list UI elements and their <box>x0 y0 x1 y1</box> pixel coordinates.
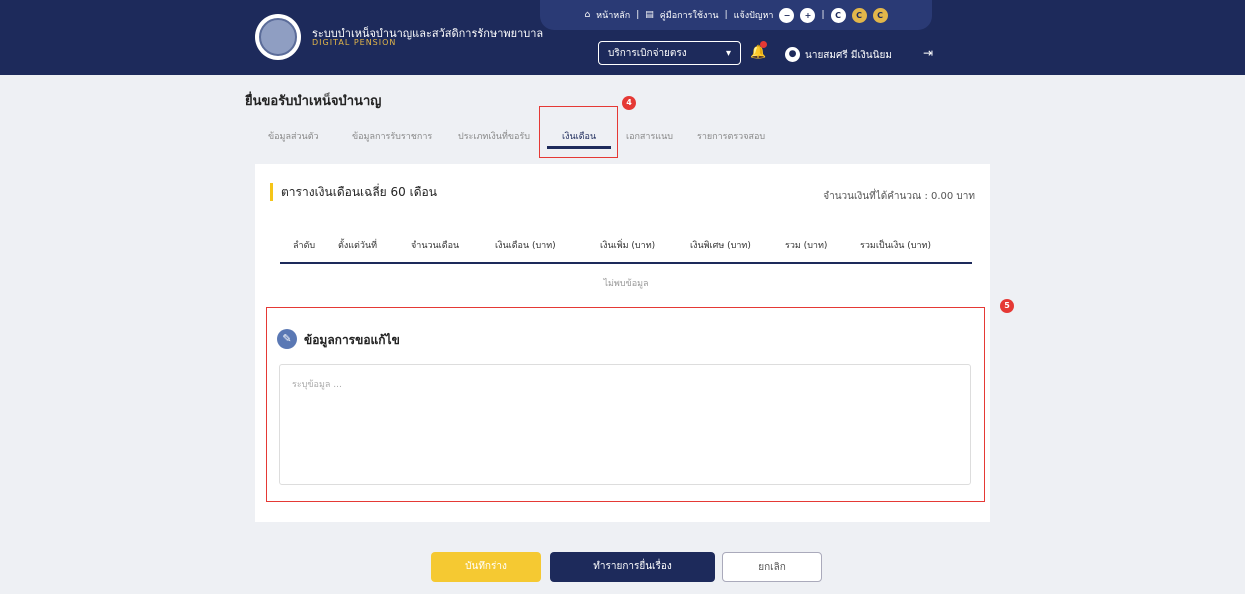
edit-icon: ✎ <box>277 329 297 349</box>
col-grand-total: รวมเป็นเงิน (บาท) <box>860 241 931 251</box>
col-additional: เงินเพิ่ม (บาท) <box>600 241 656 251</box>
calculated-total: จำนวนเงินที่ได้คำนวณ : 0.00 บาท <box>823 191 975 202</box>
contrast-yellow-icon[interactable]: C <box>851 7 867 23</box>
col-special: เงินพิเศษ (บาท) <box>690 241 751 251</box>
tab-personal-info[interactable]: ข้อมูลส่วนตัว <box>268 129 319 143</box>
agency-logo <box>255 14 301 60</box>
manual-link[interactable]: คู่มือการใช้งาน <box>660 8 719 22</box>
step-badge-5: 5 <box>1000 299 1014 313</box>
cancel-button[interactable]: ยกเลิก <box>722 552 822 582</box>
tab-service-info[interactable]: ข้อมูลการรับราชการ <box>352 129 432 143</box>
home-link[interactable]: หน้าหลัก <box>596 8 630 22</box>
system-subtitle: DIGITAL PENSION <box>312 38 397 47</box>
user-name[interactable]: นายสมศรี มีเงินนิยม <box>805 48 892 63</box>
page-title: ยื่นขอรับบำเหน็จบำนาญ <box>245 94 382 109</box>
tab-review[interactable]: รายการตรวจสอบ <box>697 129 765 143</box>
salary-table-header: ลำดับ ตั้งแต่วันที่ จำนวนเดือน เงินเดือน… <box>280 226 972 264</box>
note-section-title: ข้อมูลการขอแก้ไข <box>304 333 400 347</box>
top-header: ระบบบำเหน็จบำนาญและสวัสดิการรักษาพยาบาล … <box>0 0 1245 75</box>
contrast-high-icon[interactable]: C <box>872 7 888 23</box>
zoom-in-icon[interactable]: + <box>800 7 816 23</box>
tab-attachments[interactable]: เอกสารแนบ <box>626 129 673 143</box>
zoom-out-icon[interactable]: − <box>779 7 795 23</box>
edit-request-textarea[interactable] <box>279 364 971 485</box>
user-avatar-icon[interactable]: ● <box>785 47 800 62</box>
contrast-default-icon[interactable]: C <box>830 7 846 23</box>
step-badge-4: 4 <box>622 96 636 110</box>
tab-benefit-type[interactable]: ประเภทเงินที่ขอรับ <box>458 129 530 143</box>
col-order: ลำดับ <box>293 241 316 251</box>
col-months: จำนวนเดือน <box>411 241 460 251</box>
top-links-bar: ⌂ หน้าหลัก | ▤ คู่มือการใช้งาน | แจ้งปัญ… <box>540 0 932 30</box>
contact-link[interactable]: แจ้งปัญหา <box>734 8 774 22</box>
salary-table-title: ตารางเงินเดือนเฉลี่ย 60 เดือน <box>270 183 437 201</box>
role-select-value: บริการเบิกจ่ายตรง <box>608 47 687 59</box>
col-salary: เงินเดือน (บาท) <box>495 241 556 251</box>
empty-table-message: ไม่พบข้อมูล <box>603 279 649 289</box>
role-select[interactable]: บริการเบิกจ่ายตรง ▾ <box>598 41 741 65</box>
submit-request-button[interactable]: ทำรายการยื่นเรื่อง <box>550 552 715 582</box>
col-from-date: ตั้งแต่วันที่ <box>338 241 378 251</box>
col-sum: รวม (บาท) <box>785 241 828 251</box>
logout-icon[interactable]: ⇥ <box>923 46 933 60</box>
tab-highlight-box <box>539 106 618 158</box>
notification-dot <box>760 41 767 48</box>
book-icon: ▤ <box>645 10 654 20</box>
home-icon: ⌂ <box>584 10 591 20</box>
save-draft-button[interactable]: บันทึกร่าง <box>431 552 541 582</box>
chevron-down-icon: ▾ <box>725 47 731 59</box>
